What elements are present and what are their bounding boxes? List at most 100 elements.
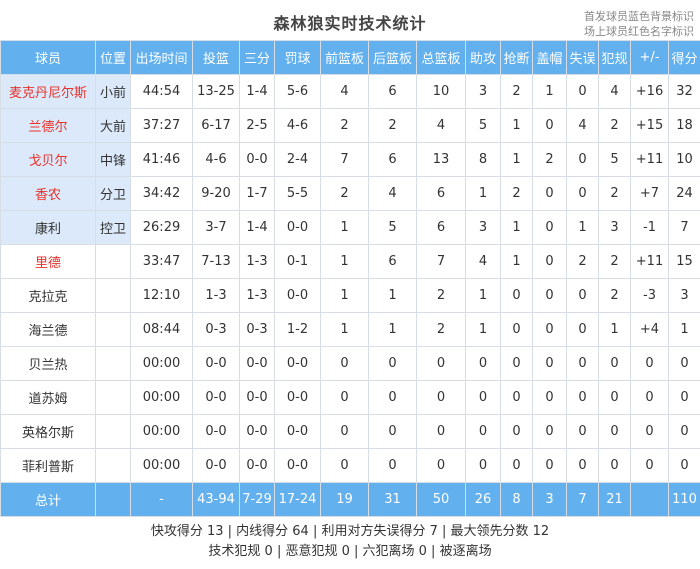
cell-position [95, 380, 131, 415]
cell-points: 1 [668, 312, 700, 347]
cell-player-name: 康利 [0, 210, 96, 245]
cell-field-goals: 9-20 [192, 176, 240, 211]
cell-steals: 2 [500, 74, 533, 109]
header-cell-fouls: 犯规 [598, 40, 631, 75]
cell-player-name: 麦克丹尼尔斯 [0, 74, 96, 109]
totals-row: 总计 - 43-94 7-29 17-24 19 31 50 26 8 3 7 … [0, 482, 700, 517]
cell-steals: 1 [500, 142, 533, 177]
cell-turnovers: 0 [566, 142, 599, 177]
cell-turnovers: 0 [566, 74, 599, 109]
cell-assists: 1 [465, 312, 501, 347]
cell-offensive-rebounds: 7 [320, 142, 369, 177]
cell-three-points: 0-0 [239, 414, 275, 449]
legend-starter-note: 首发球员蓝色背景标识 [584, 10, 694, 23]
cell-minutes: 12:10 [130, 278, 193, 313]
cell-free-throws: 2-4 [274, 142, 321, 177]
totals-cell-steals: 8 [500, 482, 533, 517]
cell-steals: 0 [500, 346, 533, 381]
table-row: 兰德尔 大前 37:27 6-17 2-5 4-6 2 2 4 5 1 0 4 2 +15 18 [0, 108, 700, 143]
cell-plus-minus: 0 [630, 346, 669, 381]
cell-position [95, 312, 131, 347]
cell-total-rebounds: 7 [416, 244, 466, 279]
totals-cell-minutes: - [130, 482, 193, 517]
cell-field-goals: 0-0 [192, 346, 240, 381]
cell-assists: 1 [465, 176, 501, 211]
cell-total-rebounds: 13 [416, 142, 466, 177]
cell-points: 0 [668, 346, 700, 381]
cell-free-throws: 0-0 [274, 448, 321, 483]
cell-offensive-rebounds: 4 [320, 74, 369, 109]
cell-position [95, 244, 131, 279]
cell-assists: 0 [465, 414, 501, 449]
cell-points: 24 [668, 176, 700, 211]
cell-field-goals: 0-0 [192, 448, 240, 483]
cell-field-goals: 4-6 [192, 142, 240, 177]
cell-position [95, 414, 131, 449]
cell-fouls: 0 [598, 346, 631, 381]
table-row: 英格尔斯 00:00 0-0 0-0 0-0 0 0 0 0 0 0 0 0 0 0 [0, 414, 700, 449]
header-cell-assists: 助攻 [465, 40, 501, 75]
cell-plus-minus: 0 [630, 380, 669, 415]
cell-offensive-rebounds: 1 [320, 244, 369, 279]
totals-cell-assists: 26 [465, 482, 501, 517]
cell-position: 大前 [95, 108, 131, 143]
cell-blocks: 1 [532, 74, 567, 109]
cell-defensive-rebounds: 1 [368, 312, 417, 347]
cell-free-throws: 0-0 [274, 414, 321, 449]
cell-points: 32 [668, 74, 700, 109]
header-cell-total-rebounds: 总篮板 [416, 40, 466, 75]
header: 森林狼实时技术统计 首发球员蓝色背景标识 场上球员红色名字标识 [0, 0, 700, 40]
cell-minutes: 00:00 [130, 380, 193, 415]
cell-player-name: 道苏姆 [0, 380, 96, 415]
cell-minutes: 34:42 [130, 176, 193, 211]
header-cell-free-throws: 罚球 [274, 40, 321, 75]
cell-position: 控卫 [95, 210, 131, 245]
summary-line-scoring: 快攻得分 13 | 内线得分 64 | 利用对方失误得分 7 | 最大领先分数 … [150, 524, 550, 539]
cell-offensive-rebounds: 0 [320, 346, 369, 381]
cell-fouls: 2 [598, 176, 631, 211]
totals-cell-offensive-rebounds: 19 [320, 482, 369, 517]
cell-fouls: 2 [598, 244, 631, 279]
cell-points: 18 [668, 108, 700, 143]
cell-fouls: 5 [598, 142, 631, 177]
cell-offensive-rebounds: 0 [320, 448, 369, 483]
cell-field-goals: 0-0 [192, 380, 240, 415]
cell-steals: 0 [500, 414, 533, 449]
header-cell-blocks: 盖帽 [532, 40, 567, 75]
cell-player-name: 贝兰热 [0, 346, 96, 381]
table-row: 克拉克 12:10 1-3 1-3 0-0 1 1 2 1 0 0 0 2 -3 3 [0, 278, 700, 313]
cell-three-points: 1-3 [239, 244, 275, 279]
header-cell-turnovers: 失误 [566, 40, 599, 75]
cell-free-throws: 0-0 [274, 346, 321, 381]
cell-plus-minus: -1 [630, 210, 669, 245]
cell-offensive-rebounds: 1 [320, 312, 369, 347]
cell-blocks: 0 [532, 278, 567, 313]
cell-field-goals: 1-3 [192, 278, 240, 313]
table-row: 海兰德 08:44 0-3 0-3 1-2 1 1 2 1 0 0 0 1 +4 1 [0, 312, 700, 347]
cell-total-rebounds: 0 [416, 414, 466, 449]
cell-player-name: 海兰德 [0, 312, 96, 347]
summary-footer: 快攻得分 13 | 内线得分 64 | 利用对方失误得分 7 | 最大领先分数 … [0, 516, 700, 569]
cell-turnovers: 0 [566, 414, 599, 449]
cell-turnovers: 0 [566, 176, 599, 211]
cell-blocks: 0 [532, 380, 567, 415]
cell-steals: 0 [500, 380, 533, 415]
cell-minutes: 00:00 [130, 414, 193, 449]
cell-points: 3 [668, 278, 700, 313]
cell-three-points: 0-3 [239, 312, 275, 347]
cell-turnovers: 2 [566, 244, 599, 279]
cell-plus-minus: +16 [630, 74, 669, 109]
cell-defensive-rebounds: 0 [368, 380, 417, 415]
cell-three-points: 1-3 [239, 278, 275, 313]
cell-assists: 0 [465, 448, 501, 483]
cell-assists: 5 [465, 108, 501, 143]
cell-assists: 3 [465, 210, 501, 245]
cell-total-rebounds: 0 [416, 448, 466, 483]
cell-fouls: 2 [598, 278, 631, 313]
cell-defensive-rebounds: 2 [368, 108, 417, 143]
cell-points: 7 [668, 210, 700, 245]
cell-assists: 3 [465, 74, 501, 109]
cell-three-points: 2-5 [239, 108, 275, 143]
cell-assists: 1 [465, 278, 501, 313]
table-row: 道苏姆 00:00 0-0 0-0 0-0 0 0 0 0 0 0 0 0 0 0 [0, 380, 700, 415]
